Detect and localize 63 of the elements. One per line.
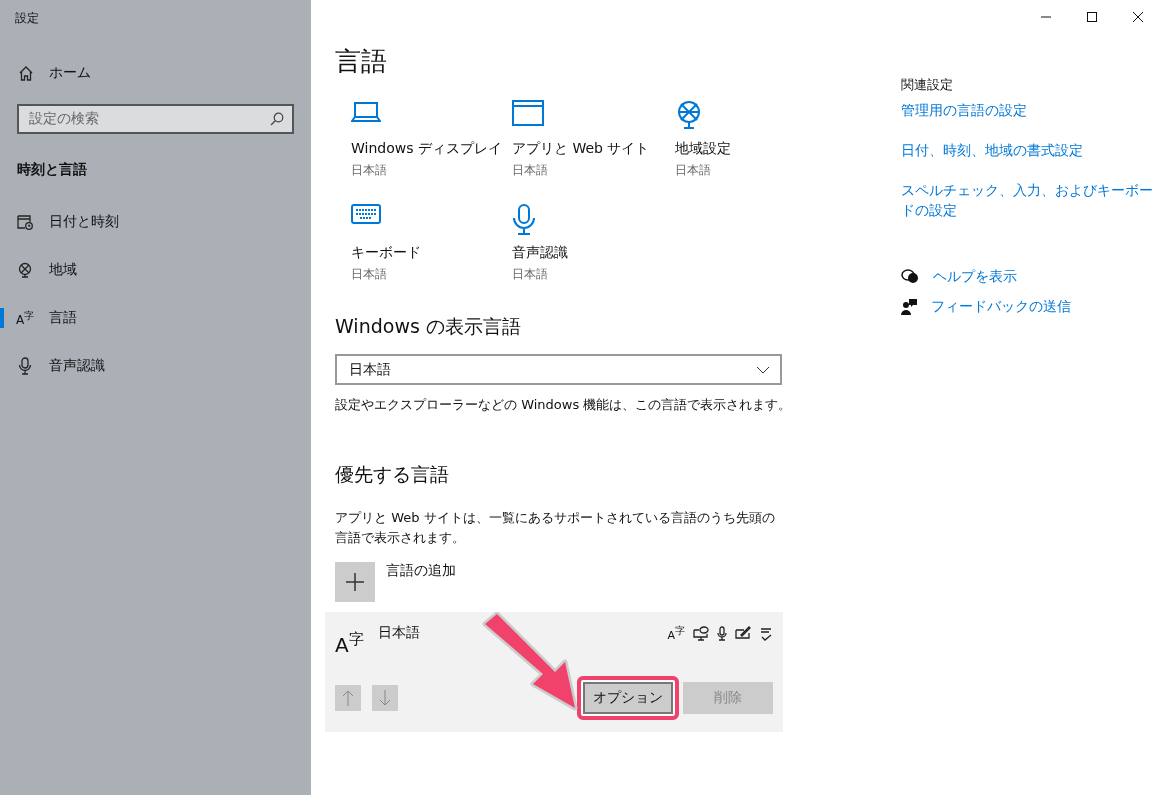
add-language-label[interactable]: 言語の追加 [386,562,456,580]
section-heading: 優先する言語 [335,462,450,487]
search-icon [270,112,284,126]
options-button[interactable]: オプション [583,682,673,714]
close-icon[interactable] [1133,12,1143,22]
related-link[interactable]: スペルチェック、入力、およびキーボードの設定 [901,180,1153,220]
description-text: 設定やエクスプローラーなどの Windows 機能は、この言語で表示されます。 [335,396,793,414]
description-text: アプリと Web サイトは、一覧にあるサポートされている言語のうち先頭の言語で表示されます。 [335,509,776,547]
person-feedback-icon [901,299,917,315]
section-heading: Windows の表示言語 [335,314,522,339]
arrow-down-icon [379,690,391,706]
add-language-button[interactable] [335,562,375,602]
language-name: 日本語 [377,624,420,642]
arrow-up-icon [342,690,354,706]
feedback-link[interactable]: フィードバックの送信 [901,298,1161,316]
settings-tile[interactable]: Windows ディスプレイ 日本語 [351,100,512,186]
tile-value: 日本語 [351,162,388,179]
calendar-clock-icon [17,214,33,230]
related-link[interactable]: 管理用の言語の設定 [901,100,1153,120]
tile-label: 音声認識 [512,244,569,262]
monitor-speech-icon [693,626,709,641]
browser-window-icon [512,100,544,126]
microphone-icon [512,204,536,236]
nav-item[interactable]: 地域 [0,246,311,294]
settings-tile[interactable]: キーボード 日本語 [351,204,512,290]
nav-item[interactable]: 日付と時刻 [0,198,311,246]
page-title: 言語 [335,45,388,78]
tile-label: Windows ディスプレイ [351,140,503,158]
pen-pad-icon [735,626,751,639]
settings-tile[interactable]: アプリと Web サイト 日本語 [512,100,675,186]
settings-tile[interactable]: 音声認識 日本語 [512,204,675,290]
related-heading: 関連設定 [901,76,954,94]
chevron-down-icon [756,365,770,374]
search-field[interactable]: 設定の検索 [17,104,294,134]
microphone-icon [717,626,727,641]
tile-value: 日本語 [675,162,712,179]
home-link[interactable]: ホーム [0,56,311,90]
help-link[interactable]: ヘルプを表示 [901,268,1161,286]
tile-label: アプリと Web サイト [512,140,651,158]
plus-icon [346,573,364,591]
speech-bubbles-icon [901,269,919,285]
globe-icon [675,100,703,130]
language-icon: A$^{字}$ [15,310,35,326]
tile-label: キーボード [351,244,422,262]
nav-item[interactable]: A$^{字}$ 言語 [0,294,311,342]
tile-label: 地域設定 [675,140,732,158]
tile-value: 日本語 [351,266,388,283]
globe-icon [17,262,33,278]
window-title: 設定 [14,10,40,27]
nav-item[interactable]: 音声認識 [0,342,311,390]
section-heading: 時刻と言語 [16,160,88,179]
related-link[interactable]: 日付、時刻、地域の書式設定 [901,140,1153,160]
language-dropdown[interactable]: 日本語 [335,354,782,385]
home-icon [18,65,34,81]
maximize-icon[interactable] [1087,12,1097,22]
tile-value: 日本語 [512,162,549,179]
tile-value: 日本語 [512,266,549,283]
microphone-icon [18,357,32,375]
keyboard-icon [351,204,381,224]
language-icon: A$^{字}$ [335,624,364,655]
laptop-icon [351,100,381,124]
spell-check-icon [759,626,773,641]
settings-tile[interactable]: 地域設定 日本語 [675,100,795,186]
